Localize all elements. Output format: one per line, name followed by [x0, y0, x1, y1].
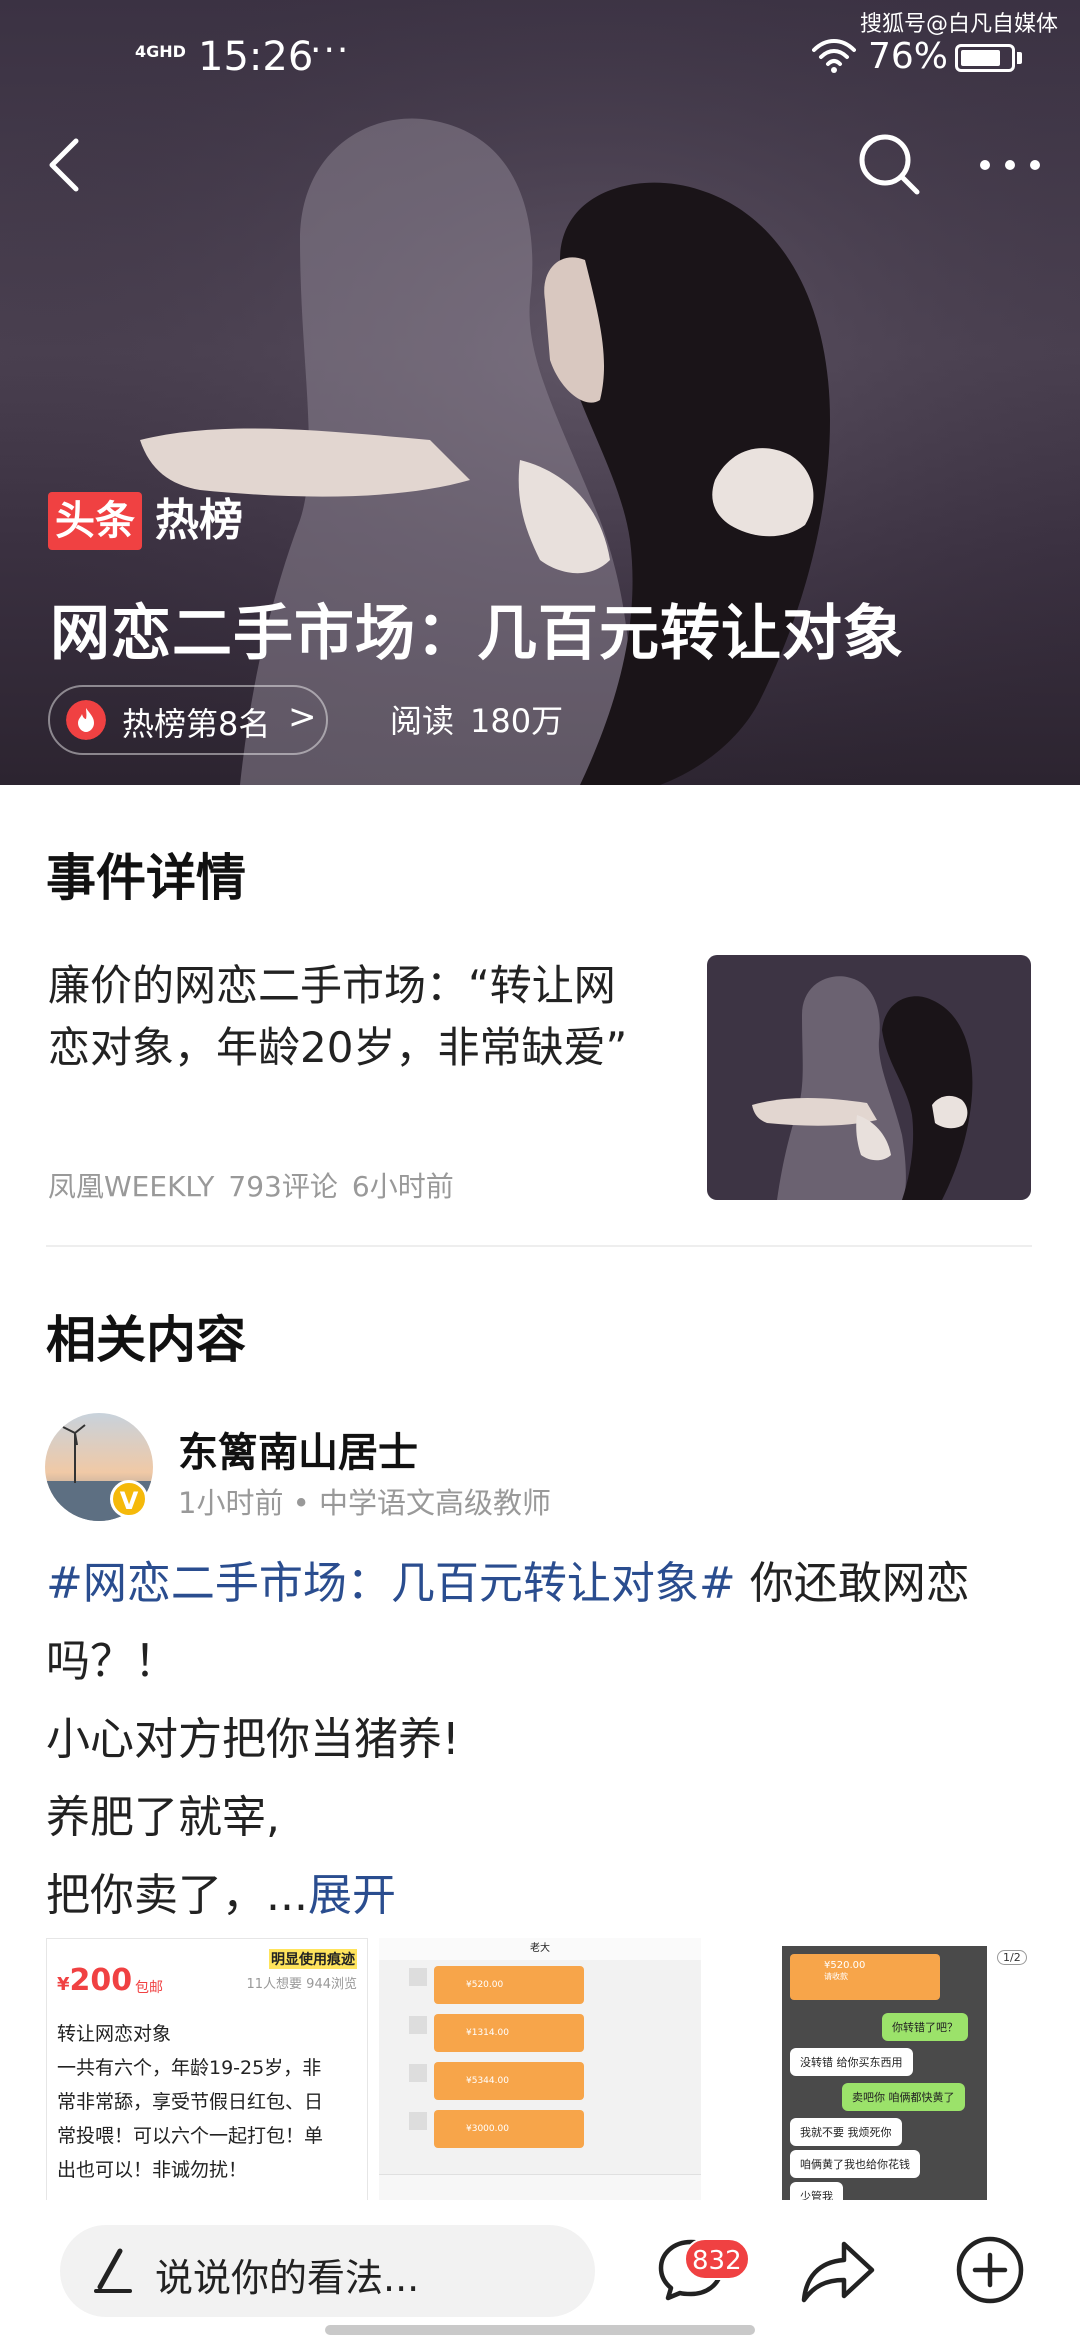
chat2-transfer-amount: ¥520.00 — [824, 1960, 866, 1971]
event-meta: 凤凰WEEKLY 793评论 6小时前 — [48, 1165, 468, 1205]
verified-badge: V — [110, 1480, 148, 1518]
hero-banner: 搜狐号@白凡自媒体 4GHD 15:26 ··· 76% 头条 热榜 网恋二手市… — [0, 0, 1080, 785]
rank-pill[interactable]: 热榜第8名 > — [48, 685, 328, 755]
chat1-transfer: ¥3000.00 — [434, 2110, 584, 2148]
battery-percent: 76% — [868, 36, 949, 77]
listing-line: 一共有六个，年龄19-25岁，非 — [57, 2057, 322, 2079]
listing-stats: 11人想要 944浏览 — [246, 1977, 358, 1992]
listing-line: 常非常舔，享受节假日红包、日 — [57, 2091, 324, 2113]
author-meta: 1小时前 • 中学语文高级教师 — [178, 1486, 551, 1520]
chat2-message: 咱俩黄了我也给你花钱 — [790, 2150, 920, 2178]
comment-placeholder: 说说你的看法... — [155, 2256, 420, 2300]
fire-icon — [66, 700, 106, 740]
post-image-chat-1[interactable]: 老大 ¥520.00 ¥1314.00 ¥5344.00 ¥3000.00 — [379, 1938, 701, 2210]
chat1-avatar — [409, 2112, 427, 2130]
post-image-chat-2[interactable]: 1/2 ¥520.00 请收款 你转错了吧？ 没转错 给你买东西用 卖吧你 咱俩都… — [712, 1938, 1034, 2210]
post-hashtag[interactable]: #网恋二手市场：几百元转让对象# — [46, 1558, 736, 1609]
comment-count-badge: 832 — [684, 2238, 750, 2280]
brand-text: 热榜 — [155, 495, 243, 546]
battery-tip — [1017, 52, 1022, 64]
chat2-message: 没转错 给你买东西用 — [790, 2048, 913, 2076]
listing-price-symbol: ¥ — [57, 1974, 70, 1995]
event-thumbnail[interactable] — [707, 955, 1031, 1200]
bottom-action-bar: 说说你的看法... 832 — [0, 2200, 1080, 2340]
rank-label: 热榜第8名 — [122, 705, 271, 743]
chat1-avatar — [409, 2016, 427, 2034]
chat1-transfer: ¥5344.00 — [434, 2062, 584, 2100]
post-line-4: 把你卖了，... — [46, 1870, 308, 1921]
event-source: 凤凰WEEKLY — [48, 1170, 215, 1203]
listing-condition: 明显使用痕迹 — [269, 1949, 357, 1969]
post-image-listing[interactable]: ¥200 包邮 明显使用痕迹 11人想要 944浏览 转让网恋对象 一共有六个，… — [46, 1938, 368, 2210]
post-line-2: 小心对方把你当猪养! — [46, 1714, 460, 1765]
listing-price-value: 200 — [69, 1963, 133, 1998]
chat2-message: 我就不要 我烦死你 — [790, 2118, 902, 2146]
pen-icon — [94, 2248, 132, 2293]
chat1-avatar — [409, 1968, 427, 1986]
related-section-title: 相关内容 — [46, 1311, 246, 1369]
chat1-transfer: ¥520.00 — [434, 1966, 584, 2004]
chat1-avatar — [409, 2064, 427, 2082]
expand-link[interactable]: 展开 — [308, 1870, 396, 1921]
event-headline[interactable]: 廉价的网恋二手市场：“转让网恋对象，年龄20岁，非常缺爱” — [48, 955, 648, 1079]
post-line-3: 养肥了就宰, — [46, 1792, 280, 1843]
chat2-transfer: ¥520.00 请收款 — [790, 1954, 940, 2000]
chat2-counter: 1/2 — [997, 1950, 1027, 1965]
listing-line: 常投喂！可以六个一起打包！单 — [57, 2125, 324, 2147]
listing-description: 转让网恋对象 一共有六个，年龄19-25岁，非 常非常舔，享受节假日红包、日 常… — [57, 2017, 357, 2187]
search-icon[interactable] — [855, 130, 921, 196]
wifi-icon — [812, 39, 856, 73]
more-icon[interactable] — [975, 140, 1045, 190]
share-icon[interactable] — [800, 2238, 876, 2306]
back-arrow-icon[interactable] — [40, 135, 90, 195]
chat2-transfer-note: 请收款 — [824, 1972, 848, 1981]
chat2-message: 你转错了吧？ — [882, 2013, 968, 2041]
chevron-right-icon: > — [288, 697, 317, 737]
listing-line: 转让网恋对象 — [57, 2023, 172, 2045]
listing-price: ¥200 — [57, 1963, 132, 1998]
listing-shipping: 包邮 — [135, 1980, 163, 1996]
event-section-title: 事件详情 — [46, 849, 246, 907]
event-time: 6小时前 — [351, 1170, 454, 1203]
battery-icon — [955, 44, 1015, 72]
brand-box: 头条 — [48, 492, 142, 550]
section-divider — [46, 1245, 1032, 1247]
author-name[interactable]: 东篱南山居士 — [178, 1420, 418, 1478]
chat2-message: 卖吧你 咱俩都快黄了 — [842, 2083, 965, 2111]
comment-input[interactable]: 说说你的看法... — [60, 2225, 595, 2317]
chat1-transfer: ¥1314.00 — [434, 2014, 584, 2052]
read-value: 180万 — [470, 702, 564, 740]
hero-title: 网恋二手市场：几百元转让对象 — [50, 599, 904, 669]
listing-line: 出也可以！非诚勿扰！ — [57, 2159, 248, 2181]
post-body: #网恋二手市场：几百元转让对象# 你还敢网恋吗？！ 小心对方把你当猪养! 养肥了… — [46, 1545, 1036, 1935]
network-indicator: 4GHD — [135, 42, 186, 61]
chat1-title: 老大 — [379, 1938, 701, 1960]
status-dots: ··· — [310, 30, 351, 71]
read-count: 阅读 180万 — [390, 696, 563, 742]
home-indicator[interactable] — [325, 2325, 755, 2335]
event-comments: 793评论 — [228, 1170, 338, 1203]
status-time: 15:26 — [198, 34, 314, 80]
add-icon[interactable] — [955, 2235, 1025, 2305]
read-label: 阅读 — [390, 702, 455, 740]
status-bar: 4GHD 15:26 ··· 76% — [0, 30, 1080, 90]
